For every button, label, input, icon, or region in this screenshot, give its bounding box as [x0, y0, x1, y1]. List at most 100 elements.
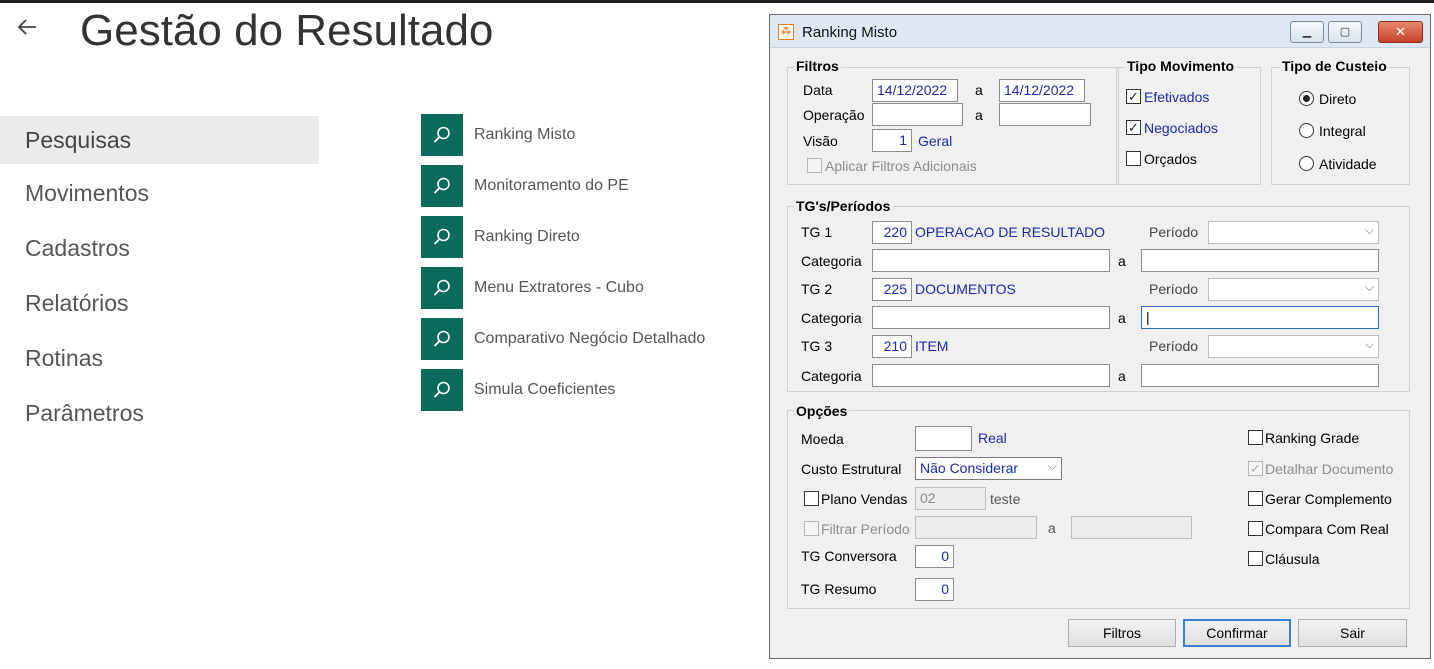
plano-vendas-input[interactable]: 02 — [915, 487, 986, 510]
tg3-categoria-to-input[interactable] — [1141, 364, 1379, 387]
opcoes-legend: Opções — [794, 403, 850, 419]
atividade-label: Atividade — [1319, 156, 1377, 172]
clausula-checkbox[interactable] — [1248, 551, 1263, 566]
search-item-simula[interactable]: Simula Coeficientes — [421, 369, 615, 411]
integral-radio[interactable] — [1299, 123, 1314, 138]
tg1-categoria-label: Categoria — [801, 253, 862, 269]
tg2-categoria-to-input[interactable]: | — [1141, 306, 1379, 329]
filtros-button[interactable]: Filtros — [1068, 619, 1176, 647]
tg1-categoria-from-input[interactable] — [872, 249, 1110, 272]
minimize-button[interactable]: ▁ — [1290, 21, 1324, 43]
tg2-code-input[interactable]: 225 — [872, 278, 912, 301]
plano-vendas-label: Plano Vendas — [821, 491, 908, 507]
search-item-ranking-misto[interactable]: Ranking Misto — [421, 114, 575, 156]
search-item-label: Ranking Misto — [474, 126, 576, 143]
maximize-button[interactable]: ▢ — [1328, 21, 1362, 43]
nav-parametros[interactable]: Parâmetros — [0, 389, 319, 437]
tg2-periodo-select[interactable]: ⌵ — [1208, 278, 1379, 301]
nav-relatorios[interactable]: Relatórios — [0, 279, 319, 327]
tg-conversora-input[interactable]: 0 — [915, 545, 954, 568]
tipo-movimento-legend: Tipo Movimento — [1125, 58, 1237, 74]
tg2-periodo-label: Período — [1149, 281, 1199, 297]
tg1-categoria-to-input[interactable] — [1141, 249, 1379, 272]
filtrar-periodo-to-input[interactable] — [1071, 516, 1192, 539]
tg1-label: TG 1 — [801, 224, 833, 240]
confirmar-button[interactable]: Confirmar — [1183, 619, 1291, 647]
search-item-menu-extratores[interactable]: Menu Extratores - Cubo — [421, 267, 644, 309]
tg1-desc: OPERACAO DE RESULTADO — [915, 224, 1106, 240]
clausula-label: Cláusula — [1265, 551, 1320, 567]
data-from-input[interactable]: 14/12/2022 — [872, 79, 958, 102]
nav-movimentos[interactable]: Movimentos — [0, 169, 319, 217]
efetivados-checkbox[interactable]: ✓ — [1126, 89, 1141, 104]
detalhar-documento-label: Detalhar Documento — [1265, 461, 1394, 477]
negociados-label: Negociados — [1144, 120, 1218, 136]
search-icon — [421, 318, 463, 360]
tg3-categoria-from-input[interactable] — [872, 364, 1110, 387]
plano-vendas-checkbox[interactable] — [804, 491, 819, 506]
close-button[interactable]: ✕ — [1378, 21, 1423, 43]
tg1-a-label: a — [1118, 253, 1126, 269]
custo-estrutural-select[interactable]: Não Considerar ⌵ — [915, 457, 1062, 480]
search-item-ranking-direto[interactable]: Ranking Direto — [421, 216, 580, 258]
filtrar-periodo-checkbox[interactable] — [804, 521, 819, 536]
nav-rotinas[interactable]: Rotinas — [0, 334, 319, 382]
back-arrow-icon[interactable] — [14, 14, 40, 47]
tg1-periodo-label: Período — [1149, 224, 1199, 240]
chevron-down-icon: ⌵ — [1364, 223, 1374, 237]
search-item-monitoramento[interactable]: Monitoramento do PE — [421, 165, 629, 207]
tg2-a-label: a — [1118, 310, 1126, 326]
gerar-complemento-checkbox[interactable] — [1248, 491, 1263, 506]
dialog-title: Ranking Misto — [802, 24, 898, 41]
filtrar-periodo-label: Filtrar Período — [821, 521, 910, 537]
ranking-grade-checkbox[interactable] — [1248, 430, 1263, 445]
top-border — [0, 0, 1434, 3]
operacao-to-input[interactable] — [999, 103, 1091, 126]
chevron-down-icon: ⌵ — [1364, 337, 1374, 351]
search-icon — [421, 165, 463, 207]
negociados-checkbox[interactable]: ✓ — [1126, 120, 1141, 135]
tipo-custeio-legend: Tipo de Custeio — [1280, 58, 1389, 74]
search-icon — [421, 216, 463, 258]
aplicar-filtros-label: Aplicar Filtros Adicionais — [825, 158, 977, 174]
data-to-input[interactable]: 14/12/2022 — [999, 79, 1085, 102]
visao-desc: Geral — [918, 133, 953, 149]
app-logo-icon: ⁂ — [778, 24, 794, 40]
search-icon — [421, 267, 463, 309]
compara-com-real-checkbox[interactable] — [1248, 521, 1263, 536]
chevron-down-icon: ⌵ — [1047, 459, 1057, 473]
dialog-titlebar[interactable]: ⁂ Ranking Misto ▁ ▢ ✕ — [770, 15, 1430, 48]
tg3-a-label: a — [1118, 368, 1126, 384]
compara-com-real-label: Compara Com Real — [1265, 521, 1389, 537]
atividade-radio[interactable] — [1299, 156, 1314, 171]
operacao-a-label: a — [975, 107, 983, 123]
visao-input[interactable]: 1 — [872, 129, 912, 152]
operacao-from-input[interactable] — [872, 103, 963, 126]
tg3-categoria-label: Categoria — [801, 368, 862, 384]
gerar-complemento-label: Gerar Complemento — [1265, 491, 1392, 507]
search-item-comparativo[interactable]: Comparativo Negócio Detalhado — [421, 318, 705, 360]
tg1-periodo-select[interactable]: ⌵ — [1208, 221, 1379, 244]
nav-cadastros[interactable]: Cadastros — [0, 224, 319, 272]
sair-button[interactable]: Sair — [1298, 619, 1407, 647]
nav-pesquisas[interactable]: Pesquisas — [0, 116, 319, 164]
moeda-desc: Real — [978, 430, 1007, 446]
tg3-desc: ITEM — [915, 338, 949, 354]
moeda-input[interactable] — [915, 426, 972, 451]
direto-radio[interactable] — [1299, 91, 1314, 106]
tg3-label: TG 3 — [801, 338, 833, 354]
integral-label: Integral — [1319, 123, 1366, 139]
tg3-code-input[interactable]: 210 — [872, 335, 912, 358]
orcados-checkbox[interactable] — [1126, 151, 1141, 166]
search-item-label: Menu Extratores - Cubo — [474, 279, 644, 296]
detalhar-documento-checkbox[interactable]: ✓ — [1248, 461, 1263, 476]
tg3-periodo-select[interactable]: ⌵ — [1208, 335, 1379, 358]
tg2-categoria-from-input[interactable] — [872, 306, 1110, 329]
tg2-desc: DOCUMENTOS — [915, 281, 1016, 297]
orcados-label: Orçados — [1144, 151, 1197, 167]
tg-resumo-label: TG Resumo — [801, 581, 877, 597]
tg-resumo-input[interactable]: 0 — [915, 578, 954, 601]
filtrar-periodo-from-input[interactable] — [915, 516, 1037, 539]
tg1-code-input[interactable]: 220 — [872, 221, 912, 244]
aplicar-filtros-checkbox[interactable] — [807, 158, 822, 173]
